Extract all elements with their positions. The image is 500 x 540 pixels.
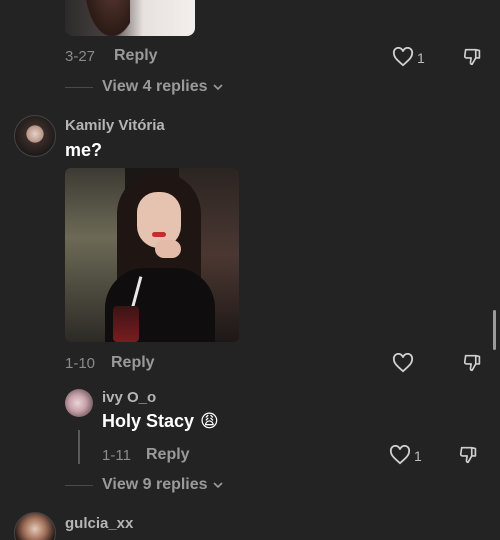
reply-username[interactable]: ivy O_o	[102, 389, 156, 406]
reply-text-row: Holy Stacy 😩	[102, 411, 219, 432]
view-replies-button[interactable]: View 9 replies	[102, 476, 224, 494]
avatar[interactable]	[65, 389, 93, 417]
weary-face-emoji: 😩	[200, 411, 219, 431]
divider	[65, 485, 93, 486]
thumbs-down-icon[interactable]	[462, 46, 484, 68]
thumbs-down-icon[interactable]	[462, 352, 484, 374]
like-count: 1	[414, 448, 422, 464]
divider	[65, 87, 93, 88]
comment-date: 1-10	[65, 355, 96, 372]
comment-username[interactable]: Kamily Vitória	[65, 117, 165, 134]
comment-image[interactable]	[65, 0, 195, 36]
comment-username[interactable]: gulcia_xx	[65, 515, 133, 532]
view-replies-label: View 4 replies	[102, 78, 208, 95]
comment-image[interactable]	[65, 168, 239, 342]
scrollbar-thumb[interactable]	[493, 310, 496, 350]
thread-line	[78, 430, 80, 464]
thumbs-down-icon[interactable]	[458, 444, 480, 466]
heart-icon[interactable]	[392, 353, 414, 373]
avatar[interactable]	[14, 115, 56, 157]
heart-icon[interactable]	[392, 47, 414, 67]
reply-button[interactable]: Reply	[114, 47, 158, 65]
view-replies-label: View 9 replies	[102, 476, 208, 493]
view-replies-button[interactable]: View 4 replies	[102, 78, 224, 96]
reply-text: Holy Stacy	[102, 411, 195, 431]
chevron-down-icon	[212, 482, 223, 489]
reply-button[interactable]: Reply	[146, 446, 190, 464]
like-count: 1	[417, 50, 425, 66]
heart-icon[interactable]	[389, 445, 411, 465]
reply-date: 1-11	[102, 447, 131, 464]
reply-button[interactable]: Reply	[111, 354, 155, 372]
comment-date: 3-27	[65, 48, 96, 65]
avatar[interactable]	[14, 512, 56, 540]
chevron-down-icon	[212, 84, 223, 91]
comment-text: me?	[65, 140, 103, 160]
